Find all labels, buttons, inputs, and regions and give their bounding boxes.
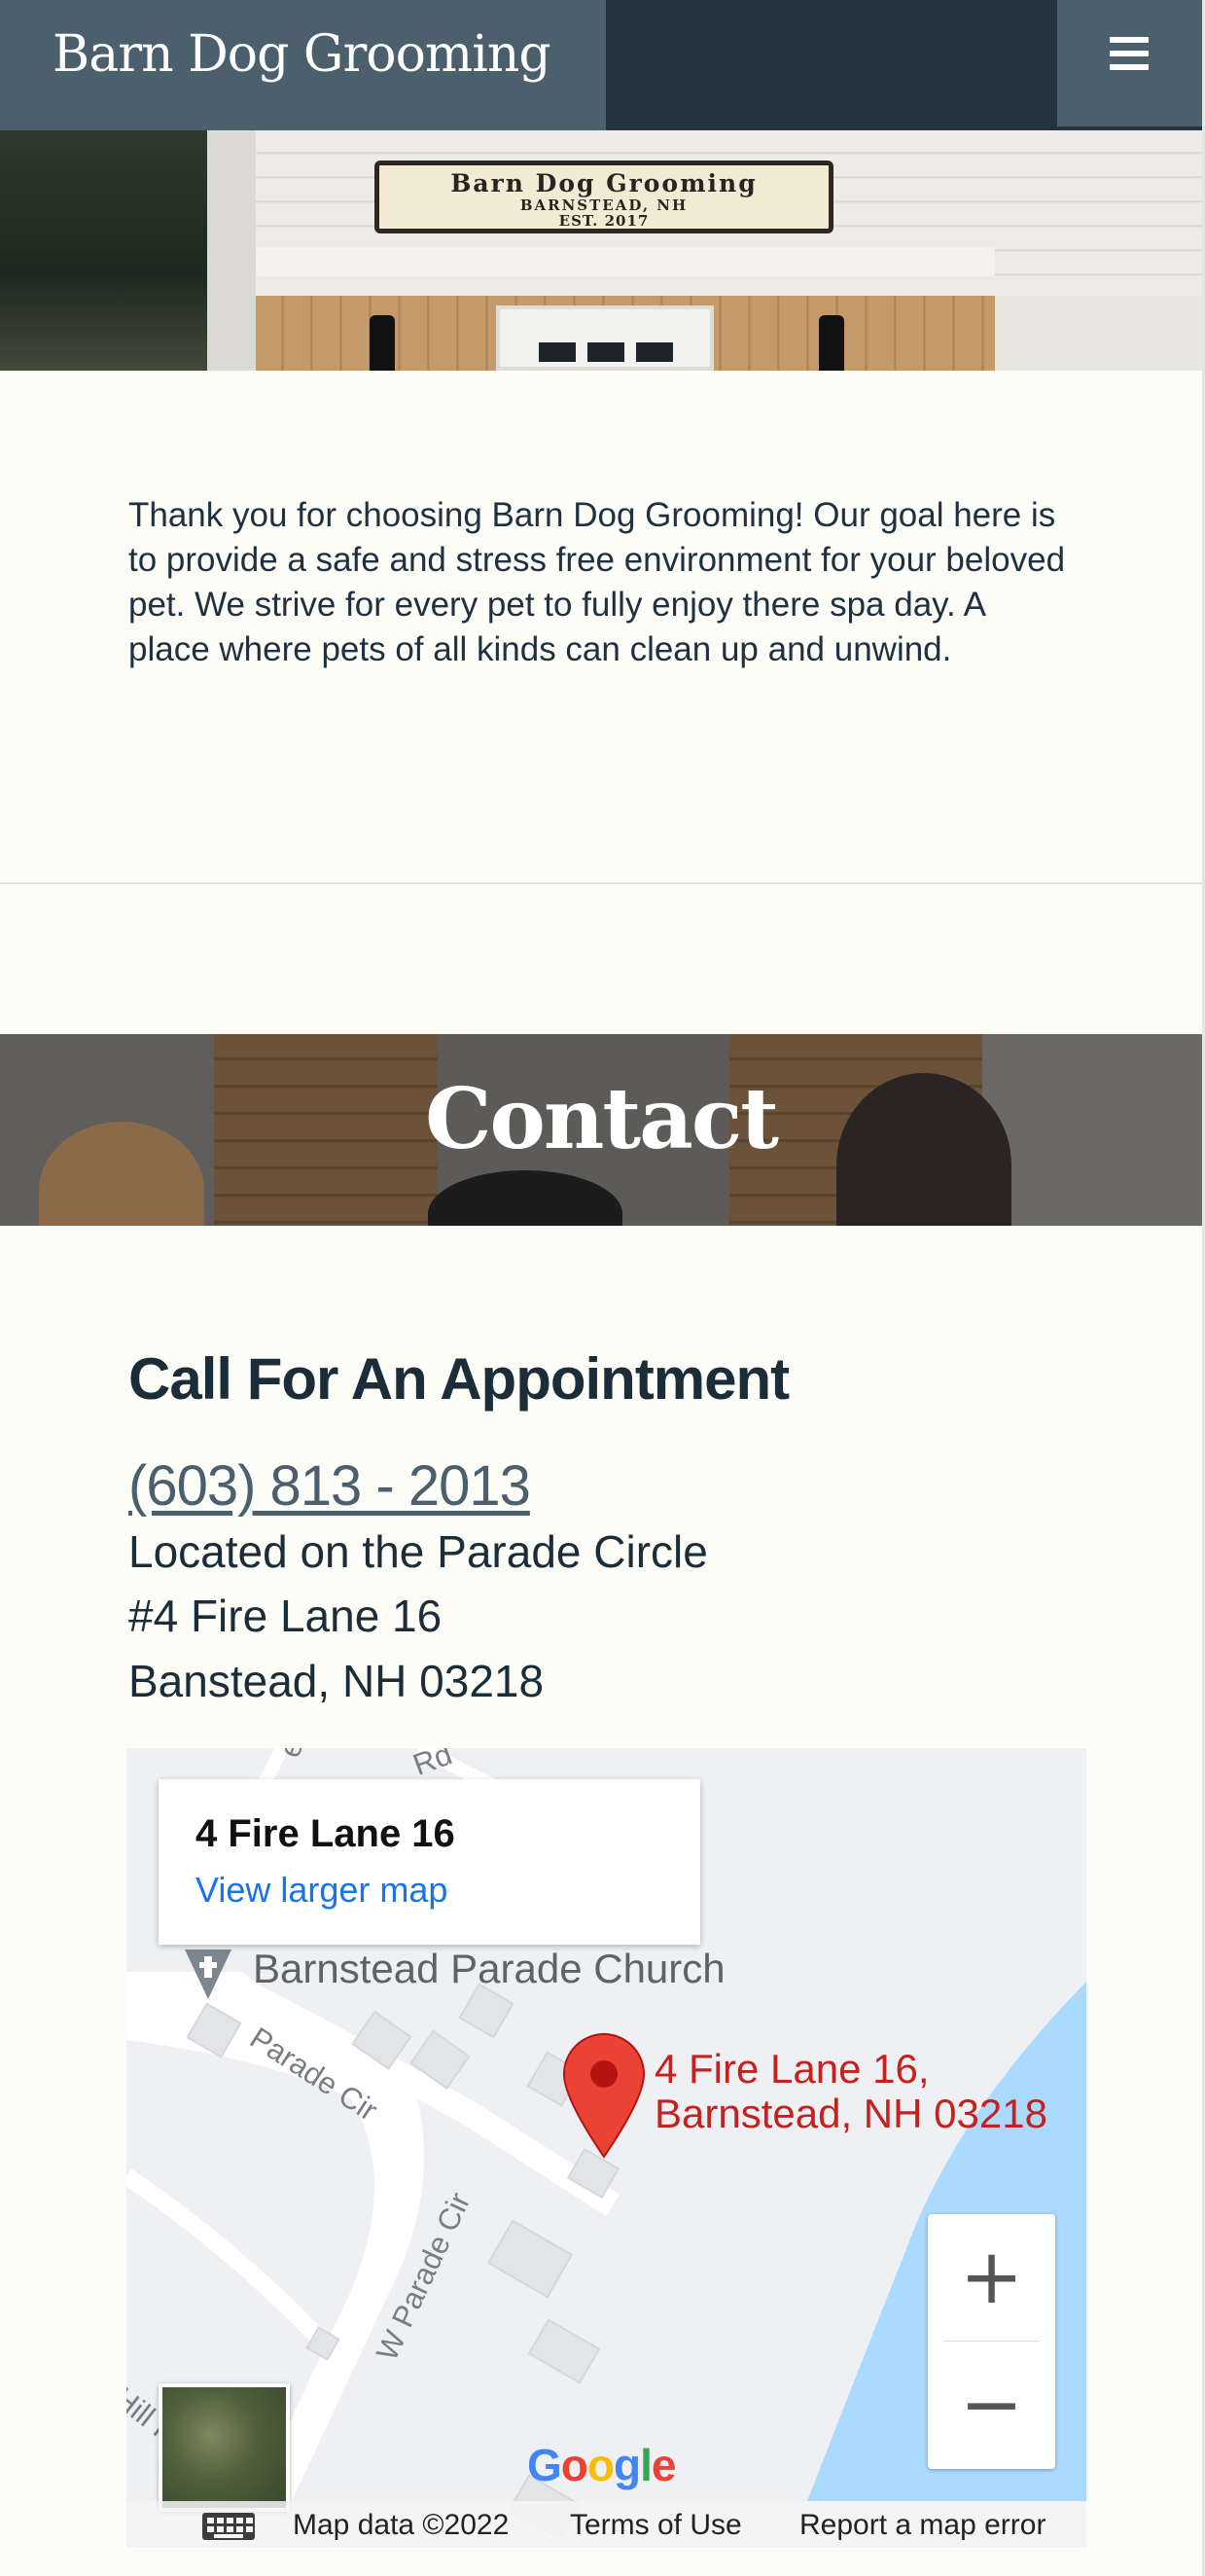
google-logo-letter: G — [527, 2440, 562, 2490]
pin-label-line: Barnstead, NH 03218 — [655, 2091, 1047, 2136]
appointment-heading: Call For An Appointment — [128, 1346, 790, 1412]
church-label: Barnstead Parade Church — [253, 1946, 726, 1991]
lamp-icon — [370, 315, 395, 371]
intro-text: Thank you for choosing Barn Dog Grooming… — [128, 496, 1066, 668]
satellite-toggle-button[interactable] — [159, 2383, 290, 2512]
hamburger-menu-icon[interactable] — [1110, 37, 1149, 70]
map-info-card: 4 Fire Lane 16 View larger map — [159, 1779, 700, 1945]
navbar: Barn Dog Grooming — [0, 0, 1202, 130]
map-data-attribution: Map data ©2022 — [293, 2509, 510, 2541]
address-line: #4 Fire Lane 16 — [128, 1591, 443, 1641]
map-footer: Map data ©2022 Terms of Use Report a map… — [126, 2501, 1086, 2548]
barn-sign: Barn Dog Grooming BARNSTEAD, NH EST. 201… — [374, 161, 833, 233]
hero-image: Barn Dog Grooming BARNSTEAD, NH EST. 201… — [0, 130, 1202, 371]
embedded-map[interactable]: Parade Cir W Parade Cir Hill Rd Rd ea Ba… — [126, 1748, 1086, 2548]
brand-box[interactable]: Barn Dog Grooming — [0, 0, 606, 130]
zoom-in-button[interactable]: + — [928, 2214, 1055, 2341]
report-map-error-link[interactable]: Report a map error — [799, 2509, 1046, 2542]
google-logo-letter: o — [586, 2440, 615, 2490]
view-larger-map-link[interactable]: View larger map — [195, 1870, 447, 1911]
keyboard-shortcuts-icon[interactable] — [202, 2513, 255, 2540]
site-brand[interactable]: Barn Dog Grooming — [53, 25, 551, 84]
pin-label: 4 Fire Lane 16, Barnstead, NH 03218 — [655, 2047, 1047, 2136]
address-line: Located on the Parade Circle — [128, 1526, 708, 1577]
map-place-title: 4 Fire Lane 16 — [195, 1812, 455, 1855]
google-logo-letter: g — [614, 2440, 641, 2490]
section-divider — [0, 882, 1202, 884]
google-logo-letter: l — [640, 2440, 653, 2490]
google-logo-letter: e — [651, 2440, 677, 2490]
sign-title: Barn Dog Grooming — [450, 169, 758, 197]
sign-location: BARNSTEAD, NH — [519, 197, 689, 214]
google-logo-letter: o — [560, 2440, 588, 2490]
sign-established: EST. 2017 — [558, 212, 650, 230]
zoom-control: + − — [928, 2214, 1055, 2469]
phone-link[interactable]: (603) 813 - 2013 — [128, 1453, 531, 1519]
lamp-icon — [819, 315, 844, 371]
google-logo: Google — [527, 2439, 677, 2491]
address-line: Banstead, NH 03218 — [128, 1656, 545, 1706]
contact-title: Contact — [425, 1070, 779, 1168]
zoom-out-button[interactable]: − — [928, 2342, 1055, 2468]
pin-label-line: 4 Fire Lane 16, — [655, 2046, 930, 2092]
menu-toggle-button[interactable] — [1057, 0, 1202, 126]
terms-of-use-link[interactable]: Terms of Use — [570, 2509, 742, 2542]
barn-door — [496, 305, 714, 371]
